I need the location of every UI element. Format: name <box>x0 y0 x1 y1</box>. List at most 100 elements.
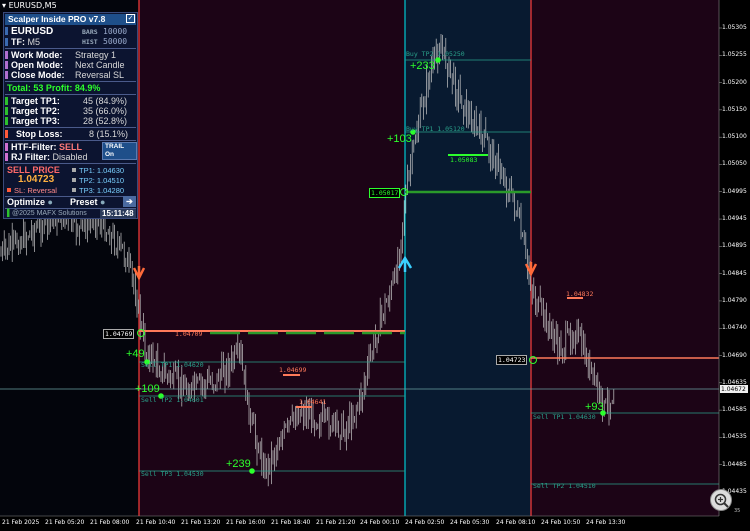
divider <box>5 140 136 141</box>
symbol-label: EURUSD <box>11 26 54 37</box>
open-mode-value: Next Candle <box>75 60 125 70</box>
level-label: 1.04709 <box>175 330 203 338</box>
hist-value: 50000 <box>103 37 128 46</box>
price-tick-label: 1.04790 <box>722 296 747 304</box>
grid <box>719 27 722 493</box>
bar-icon <box>5 51 8 59</box>
time-tick-label: 24 Feb 02:50 <box>405 519 445 526</box>
strategy-panel: Scalper Inside PRO v7.8 ✓ EURUSD TF: M5 … <box>3 12 138 219</box>
price-tick-label: 1.05100 <box>722 133 747 141</box>
window-menu-icon[interactable]: ▾ <box>2 1 6 10</box>
time-tick-label: 24 Feb 08:10 <box>496 519 536 526</box>
sell1-entry-label: 1.04769 <box>103 329 135 339</box>
arrow-right-icon[interactable]: ➔ <box>123 196 136 207</box>
sl-value: 8 (15.1%) <box>89 129 129 139</box>
time-tick-label: 21 Feb 10:40 <box>136 519 176 526</box>
dot-icon: ● <box>100 197 106 207</box>
dot-icon: ● <box>47 197 53 207</box>
sell1-tp1-label: Sell TP1 1.04620 <box>141 361 204 369</box>
time-tick-label: 21 Feb 2025 <box>2 519 40 526</box>
price-tick-label: 1.04995 <box>722 187 747 195</box>
time-tick-label: 21 Feb 08:00 <box>90 519 130 526</box>
tp-hit-dot <box>435 57 441 63</box>
sell2-tp1-label: Sell TP1 1.04630 <box>533 413 596 421</box>
divider <box>5 94 136 95</box>
pips-label: +233 <box>410 60 435 72</box>
level-label: 1.04641 <box>299 398 327 406</box>
bar-icon <box>5 143 8 151</box>
work-mode-value: Strategy 1 <box>75 50 117 60</box>
bar-icon <box>5 97 8 105</box>
tp2-row: Target TP2: 35 (66.0%) <box>5 106 136 116</box>
ptp2-text: TP2: 1.04510 <box>79 176 125 185</box>
price-tick-label: 1.04635 <box>722 378 747 386</box>
open-mode-row[interactable]: Open Mode: Next Candle <box>5 60 136 70</box>
pips-label: +93 <box>585 401 604 413</box>
level-label: 1.05083 <box>450 156 478 164</box>
zone-sell-2 <box>531 0 719 516</box>
time-tick-label: 24 Feb 10:50 <box>541 519 581 526</box>
work-mode-row[interactable]: Work Mode: Strategy 1 <box>5 50 136 60</box>
pips-label: +49 <box>126 348 145 360</box>
tp3-value: 28 (52.8%) <box>83 116 128 126</box>
time-tick-label: 21 Feb 16:00 <box>226 519 266 526</box>
bars-value: 10000 <box>103 27 128 36</box>
time-tick-label: 24 Feb 00:10 <box>360 519 400 526</box>
preset-label: Preset <box>70 197 98 207</box>
panel-header: Scalper Inside PRO v7.8 <box>5 14 136 25</box>
tp3-label: Target TP3: <box>11 116 60 126</box>
sl-label: Stop Loss: <box>16 129 63 139</box>
bar-icon <box>5 71 8 79</box>
htf-label: HTF-Filter: <box>11 142 57 152</box>
square-icon <box>72 168 76 172</box>
bar-icon <box>5 27 8 35</box>
tp2-value: 35 (66.0%) <box>83 106 128 116</box>
chart-window[interactable]: ▾ EURUSD,M5 Scalper Inside PRO v7.8 ✓ EU… <box>0 0 750 531</box>
zone-buy <box>405 0 531 516</box>
pips-label: +109 <box>135 383 160 395</box>
tf-label: TF: <box>11 37 25 47</box>
tf-value: M5 <box>27 37 41 47</box>
price-tick-label: 1.05050 <box>722 160 747 168</box>
level-label: 1.04699 <box>279 366 307 374</box>
buy-entry-label: 1.05017 <box>369 188 401 198</box>
square-icon <box>72 188 76 192</box>
divider <box>5 127 136 128</box>
divider <box>5 163 136 164</box>
price-tick-label: 1.05150 <box>722 105 747 113</box>
close-mode-label: Close Mode: <box>11 70 65 80</box>
preset-button[interactable]: Preset ● <box>70 197 105 208</box>
time-tick-label: 21 Feb 13:20 <box>181 519 221 526</box>
sell2-tp2-label: Sell TP2 1.04510 <box>533 482 596 490</box>
zone-sell-1 <box>139 0 405 516</box>
rj-filter-row[interactable]: RJ Filter: Disabled <box>5 152 136 162</box>
tp2-label: Target TP2: <box>11 106 60 116</box>
price-tick-label: 1.04895 <box>722 242 747 250</box>
price-tick-label: 1.05255 <box>722 51 747 59</box>
sl-mode-text: SL: Reversal <box>14 186 57 195</box>
current-price-label: 1.04672 <box>721 386 746 393</box>
bar-icon <box>5 153 8 161</box>
pips-label: +103 <box>387 133 412 145</box>
square-icon <box>72 178 76 182</box>
rj-value: Disabled <box>52 152 88 162</box>
optimize-button[interactable]: Optimize ● <box>7 197 53 208</box>
zoom-icon[interactable] <box>710 489 732 511</box>
buy-tp2-label: Buy TP2 1.05250 <box>406 50 465 58</box>
price-tick-label: 1.05305 <box>722 24 747 31</box>
price-tick-label: 1.04585 <box>722 406 747 414</box>
panel-checkbox[interactable]: ✓ <box>126 14 135 23</box>
ptp3: TP3: 1.04280 <box>72 185 136 196</box>
sell2-entry-label: 1.04723 <box>496 355 528 365</box>
divider <box>5 81 136 82</box>
hist-label: HIST <box>82 38 98 46</box>
time-tick-label: 24 Feb 05:30 <box>450 519 490 526</box>
close-mode-row[interactable]: Close Mode: Reversal SL <box>5 70 136 80</box>
bar-icon <box>5 61 8 69</box>
work-mode-label: Work Mode: <box>11 50 63 60</box>
price-tick-label: 1.04845 <box>722 269 747 277</box>
footer-text: ▌@2025 MAFX Solutions <box>7 210 87 217</box>
footer-copyright: @2025 MAFX Solutions <box>11 210 87 217</box>
tp1-label: Target TP1: <box>11 96 60 106</box>
window-title-text: EURUSD,M5 <box>8 1 57 10</box>
